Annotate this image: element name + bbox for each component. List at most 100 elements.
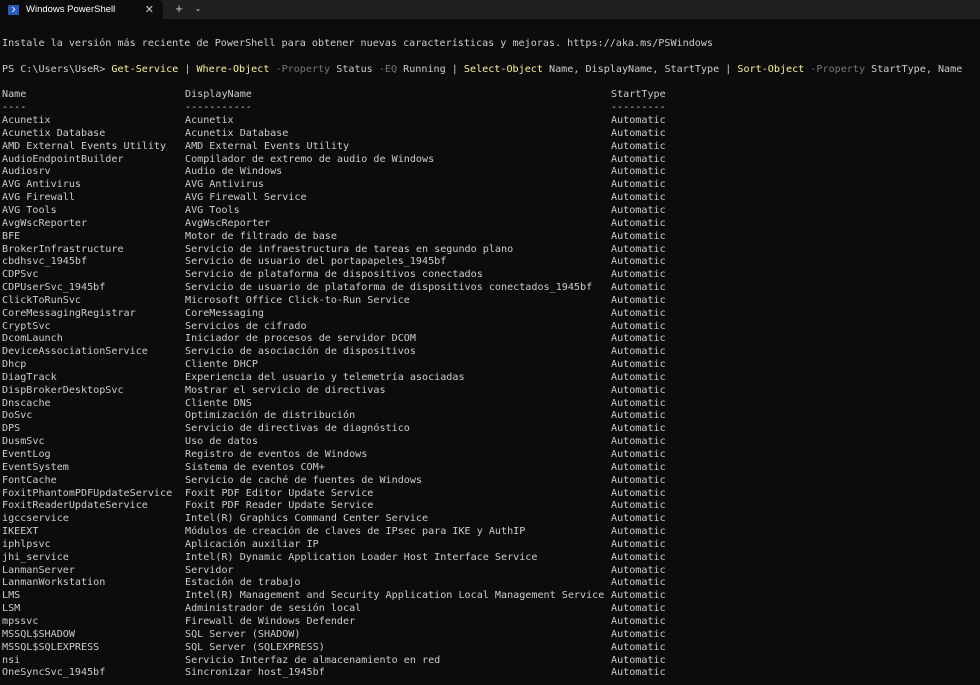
service-display-name: Servicio de usuario del portapapeles_194… — [185, 256, 447, 268]
service-name: CDPSvc — [2, 269, 39, 281]
table-row: FontCache Servicio de caché de fuentes de… — [2, 475, 980, 488]
table-row: DusmSvc Uso de datos Automatic — [2, 436, 980, 449]
table-row: CryptSvc Servicios de cifrado Automatic — [2, 321, 980, 334]
service-display-name: Acunetix Database — [185, 127, 289, 139]
separator-name: ---- — [2, 102, 27, 114]
arg-running: Running | — [397, 63, 464, 75]
service-display-name: Experiencia del usuario y telemetría aso… — [185, 371, 465, 383]
table-row: EventSystem Sistema de eventos COM+ Automa… — [2, 462, 980, 475]
service-table: Acunetix Acunetix Automatic Acunetix Databa… — [2, 115, 980, 680]
service-display-name: Servicio de caché de fuentes de Windows — [185, 474, 423, 486]
service-start-type: Automatic — [611, 217, 666, 229]
table-row: LSM Administrador de sesión local Automati… — [2, 603, 980, 616]
table-row: MSSQL$SHADOW SQL Server (SHADOW) Automatic — [2, 629, 980, 642]
service-display-name: Estación de trabajo — [185, 577, 301, 589]
service-start-type: Automatic — [611, 641, 666, 653]
chevron-down-icon[interactable]: ⌄ — [192, 2, 204, 16]
table-row: BrokerInfrastructure Servicio de infraest… — [2, 244, 980, 257]
cmdlet-select-object: Select-Object — [463, 63, 543, 75]
service-display-name: Optimización de distribución — [185, 410, 356, 422]
service-name: IKEEXT — [2, 526, 39, 538]
service-display-name: Servidor — [185, 564, 234, 576]
service-start-type: Automatic — [611, 577, 666, 589]
table-row: LanmanServer Servidor Automatic — [2, 565, 980, 578]
table-row: ClickToRunSvc Microsoft Office Click-to-R… — [2, 295, 980, 308]
service-start-type: Automatic — [611, 423, 666, 435]
service-start-type: Automatic — [611, 282, 666, 294]
table-row: FoxitReaderUpdateService Foxit PDF Reader… — [2, 500, 980, 513]
table-row: LanmanWorkstation Estación de trabajo Auto… — [2, 577, 980, 590]
service-start-type: Automatic — [611, 192, 666, 204]
service-name: LMS — [2, 590, 21, 602]
service-start-type: Automatic — [611, 307, 666, 319]
service-name: Dhcp — [2, 359, 27, 371]
service-name: MSSQL$SHADOW — [2, 628, 75, 640]
service-start-type: Automatic — [611, 410, 666, 422]
arg-select-fields: Name, DisplayName, StartType | — [542, 63, 738, 75]
service-start-type: Automatic — [611, 166, 666, 178]
service-display-name: Módulos de creación de claves de IPsec p… — [185, 526, 526, 538]
table-row: IKEEXT Módulos de creación de claves de I… — [2, 526, 980, 539]
service-start-type: Automatic — [611, 269, 666, 281]
service-start-type: Automatic — [611, 461, 666, 473]
terminal-output[interactable]: Instale la versión más reciente de Power… — [2, 38, 980, 685]
service-name: DiagTrack — [2, 371, 57, 383]
service-start-type: Automatic — [611, 551, 666, 563]
service-start-type: Automatic — [611, 615, 666, 627]
service-name: LanmanWorkstation — [2, 577, 106, 589]
service-display-name: SQL Server (SHADOW) — [185, 628, 301, 640]
service-display-name: Sistema de eventos COM+ — [185, 461, 325, 473]
table-row: Dhcp Cliente DHCP Automatic — [2, 359, 980, 372]
table-row: EventLog Registro de eventos de Windows Au… — [2, 449, 980, 462]
service-name: FoxitPhantomPDFUpdateService — [2, 487, 173, 499]
service-start-type: Automatic — [611, 526, 666, 538]
service-name: LanmanServer — [2, 564, 75, 576]
table-row: Acunetix Acunetix Automatic — [2, 115, 980, 128]
table-separator: ---- ----------- --------- — [2, 102, 980, 115]
close-tab-icon[interactable]: ✕ — [145, 3, 154, 16]
service-start-type: Automatic — [611, 179, 666, 191]
table-row: DoSvc Optimización de distribución Automat… — [2, 410, 980, 423]
service-start-type: Automatic — [611, 204, 666, 216]
service-start-type: Automatic — [611, 333, 666, 345]
banner-text: Instale la versión más reciente de Power… — [2, 38, 714, 49]
service-start-type: Automatic — [611, 487, 666, 499]
table-row: CDPUserSvc_1945bf Servicio de usuario de … — [2, 282, 980, 295]
service-display-name: AVG Antivirus — [185, 179, 265, 191]
service-start-type: Automatic — [611, 449, 666, 460]
service-start-type: Automatic — [611, 371, 666, 383]
param-property: -Property — [269, 63, 331, 75]
service-display-name: SQL Server (SQLEXPRESS) — [185, 641, 325, 653]
service-display-name: Registro de eventos de Windows — [185, 449, 368, 460]
service-name: EventSystem — [2, 461, 69, 473]
service-display-name: Audio de Windows — [185, 166, 283, 178]
service-start-type: Automatic — [611, 564, 666, 576]
separator-starttype: --------- — [611, 102, 666, 114]
service-display-name: Servicio de infraestructura de tareas en… — [185, 243, 514, 255]
cmdlet-sort-object: Sort-Object — [737, 63, 805, 75]
table-row: DispBrokerDesktopSvc Mostrar el servicio … — [2, 385, 980, 398]
service-start-type: Automatic — [611, 474, 666, 486]
table-row: AVG Firewall AVG Firewall Service Automati… — [2, 192, 980, 205]
service-start-type: Automatic — [611, 384, 666, 396]
service-display-name: Compilador de extremo de audio de Window… — [185, 153, 435, 165]
service-name: AVG Tools — [2, 204, 57, 216]
service-name: EventLog — [2, 449, 51, 460]
service-start-type: Automatic — [611, 603, 666, 615]
service-start-type: Automatic — [611, 346, 666, 358]
table-row: cbdhsvc_1945bf Servicio de usuario del po… — [2, 256, 980, 269]
tab-windows-powershell[interactable]: Windows PowerShell ✕ — [0, 0, 163, 19]
service-display-name: AvgWscReporter — [185, 217, 271, 229]
arg-status: Status — [330, 63, 379, 75]
new-tab-button[interactable]: + — [172, 2, 186, 16]
service-display-name: AVG Firewall Service — [185, 192, 307, 204]
table-row: DPS Servicio de directivas de diagnóstico… — [2, 423, 980, 436]
service-name: iphlpsvc — [2, 538, 51, 550]
tab-title: Windows PowerShell — [26, 4, 116, 15]
service-start-type: Automatic — [611, 538, 666, 550]
service-display-name: Cliente DHCP — [185, 359, 258, 371]
service-name: mpssvc — [2, 615, 39, 627]
cmdlet-get-service: Get-Service — [111, 63, 179, 75]
table-row: mpssvc Firewall de Windows Defender Automa… — [2, 616, 980, 629]
